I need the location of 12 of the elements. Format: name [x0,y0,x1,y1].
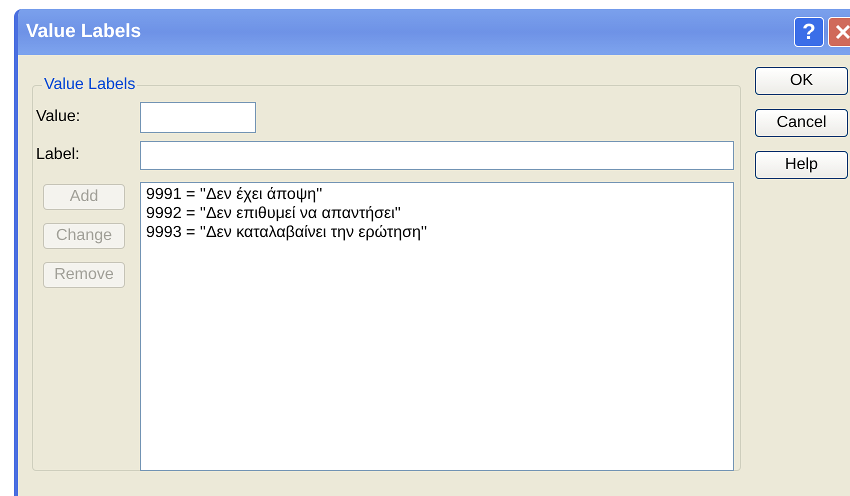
help-button[interactable]: ? [794,17,824,47]
list-item[interactable]: 9991 = ''Δεν έχει άποψη'' [146,185,733,204]
dialog-button[interactable]: OK [755,67,848,95]
field-label: Value: [36,107,82,127]
list-item[interactable]: 9993 = ''Δεν καταλαβαίνει την ερώτηση'' [146,223,733,242]
dialog-button[interactable]: Help [755,151,848,179]
field-label: Label: [36,145,81,165]
value-label-list[interactable]: 9991 = ''Δεν έχει άποψη'' 9992 = ''Δεν επιθυμεί να απαντήσει'' 9993 = ''Δεν καταλαβαίνει την ερώτηση'' [140,182,734,471]
dialog-button[interactable]: Cancel [755,109,848,137]
group-title: Value Labels [43,75,136,95]
list-item[interactable]: 9992 = ''Δεν επιθυμεί να απαντήσει'' [146,204,733,223]
window-title: Value Labels [26,20,142,44]
